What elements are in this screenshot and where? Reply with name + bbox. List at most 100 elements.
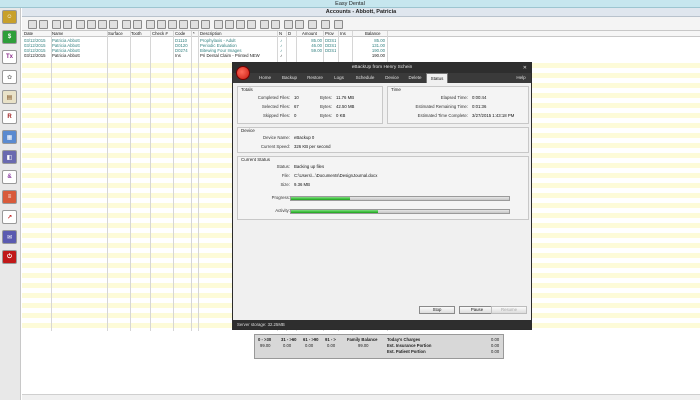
column-header-d[interactable]: D	[288, 31, 291, 36]
insurance-icon[interactable]	[146, 20, 155, 29]
search-icon[interactable]	[28, 20, 37, 29]
clipboard-icon[interactable]	[321, 20, 330, 29]
tab-restore[interactable]: Restore	[302, 73, 328, 83]
perio-icon[interactable]: ▤	[2, 90, 17, 104]
ledger-dollar-icon[interactable]: $	[2, 30, 17, 44]
column-divider	[150, 31, 151, 331]
elapsed-time-label: Elapsed Time:	[440, 95, 468, 100]
scheduler-icon[interactable]: ◧	[2, 150, 17, 164]
appointment-book-icon[interactable]: ▦	[2, 130, 17, 144]
ebackup-status-bar: Server storage: 32.25MB	[233, 320, 531, 329]
column-header-ins[interactable]: Ins	[340, 31, 346, 36]
tools-icon[interactable]	[76, 20, 85, 29]
device-name-label: Device Name:	[263, 135, 290, 140]
est-insurance-value: 0.00	[491, 343, 500, 348]
device-group: Device Device Name: eBackup 0 Current Sp…	[237, 127, 529, 153]
tab-home[interactable]: Home	[253, 73, 277, 83]
statement-icon[interactable]	[133, 20, 142, 29]
column-header-star[interactable]: *	[193, 31, 195, 36]
family-icon[interactable]	[52, 20, 61, 29]
column-header-balance[interactable]: Balance	[365, 31, 381, 36]
skipped-files-label: Skipped Files:	[263, 113, 290, 118]
complete-time-label: Estimated Time Complete:	[417, 113, 468, 118]
time-heading: Time	[391, 87, 401, 92]
progress-fill	[291, 197, 350, 200]
reports-icon[interactable]: ≡	[2, 190, 17, 204]
calculator-icon[interactable]	[236, 20, 245, 29]
resume-button[interactable]: Resume	[491, 306, 527, 314]
tab-logs[interactable]: Logs	[328, 73, 350, 83]
activity-bar	[290, 209, 510, 214]
payment-icon[interactable]	[98, 20, 107, 29]
column-header-surface[interactable]: Surface	[108, 31, 123, 36]
rx-icon[interactable]: R	[2, 110, 17, 124]
tab-backup[interactable]: Backup	[277, 73, 302, 83]
analysis-chart-icon[interactable]: ↗	[2, 210, 17, 224]
column-header-amount[interactable]: Amount	[302, 31, 317, 36]
current-status-heading: Current Status	[241, 157, 271, 162]
aging-header-current: 0 - >30	[258, 337, 272, 342]
contact-icon[interactable]: &	[2, 170, 17, 184]
calendar-icon[interactable]	[247, 20, 256, 29]
aging-value-31-60: 0.00	[283, 343, 292, 348]
column-header-tooth[interactable]: Tooth	[131, 31, 142, 36]
horizontal-scrollbar[interactable]	[22, 394, 700, 400]
ebackup-title-bar[interactable]: eBackUp from Henry Schein ✕	[233, 63, 531, 73]
help-link[interactable]: Help	[513, 73, 529, 83]
zoom-icon[interactable]	[39, 20, 48, 29]
stop-button[interactable]: Stop	[419, 306, 455, 314]
exit-icon[interactable]: ⏻	[2, 250, 17, 264]
aging-value-current: 99.00	[260, 343, 271, 348]
letters-icon[interactable]: ✉	[2, 230, 17, 244]
edit-icon[interactable]	[168, 20, 177, 29]
aging-header-31-60: 31 - >60	[281, 337, 297, 342]
group-icon[interactable]	[63, 20, 72, 29]
tab-status[interactable]: Status	[426, 73, 448, 83]
tab-delete[interactable]: Delete	[404, 73, 426, 83]
column-divider	[198, 31, 199, 331]
activity-label: Activity:	[275, 208, 290, 213]
print-icon[interactable]	[284, 20, 293, 29]
column-header-name[interactable]: Name	[52, 31, 63, 36]
column-header-prov[interactable]: Prov	[325, 31, 334, 36]
ab-icon[interactable]	[214, 20, 223, 29]
family-file-icon[interactable]: ☺	[2, 10, 17, 24]
todays-charges-label: Today's Charges	[387, 337, 421, 342]
column-header-check[interactable]: Check #	[152, 31, 168, 36]
note-icon[interactable]	[179, 20, 188, 29]
status-label: Status:	[276, 164, 290, 169]
claim-icon[interactable]	[122, 20, 131, 29]
tab-device[interactable]: Device	[380, 73, 404, 83]
check-icon[interactable]	[201, 20, 210, 29]
column-divider	[191, 31, 192, 331]
report-icon[interactable]	[295, 20, 304, 29]
treatment-plan-icon[interactable]: Tx	[2, 50, 17, 64]
close-icon[interactable]: ✕	[523, 63, 527, 73]
flag-icon[interactable]	[308, 20, 317, 29]
help-icon[interactable]	[334, 20, 343, 29]
completed-bytes-label: Bytes:	[320, 95, 332, 100]
file-value: C:\Users\...\Documents\DesignJournal.doc…	[294, 173, 378, 178]
file-label: File:	[281, 173, 290, 178]
attach-icon[interactable]	[157, 20, 166, 29]
column-header-date[interactable]: Date	[24, 31, 33, 36]
column-divider	[51, 31, 52, 331]
activity-fill	[291, 210, 379, 213]
progress-bar	[290, 196, 510, 201]
completed-files-label: Completed Files:	[257, 95, 290, 100]
procedure-icon[interactable]	[87, 20, 96, 29]
aging-header-61-90: 61 - >90	[303, 337, 319, 342]
adjustment-icon[interactable]	[109, 20, 118, 29]
pause-button[interactable]: Pause	[459, 306, 495, 314]
history-icon[interactable]	[271, 20, 280, 29]
todays-charges-value: 0.00	[491, 337, 500, 342]
book-icon[interactable]	[225, 20, 234, 29]
chart-tooth-icon[interactable]: ✿	[2, 70, 17, 84]
column-header-n[interactable]: N	[279, 31, 282, 36]
column-header-description[interactable]: Description	[200, 31, 222, 36]
selected-files-label: Selected Files:	[261, 104, 290, 109]
info-icon[interactable]	[260, 20, 269, 29]
column-header-code[interactable]: Code	[175, 31, 185, 36]
tab-schedule[interactable]: Schedule	[350, 73, 380, 83]
view-icon[interactable]	[190, 20, 199, 29]
